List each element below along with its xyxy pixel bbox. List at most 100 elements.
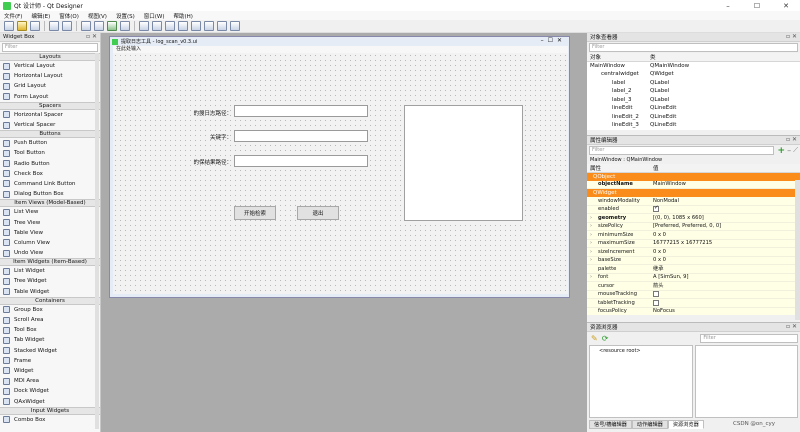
- property-row[interactable]: focusPolicy NoFocus: [587, 308, 800, 315]
- widget-item[interactable]: Command Link Button: [0, 179, 100, 189]
- widget-category[interactable]: Item Views (Model-Based): [0, 199, 100, 208]
- widget-item[interactable]: Stacked Widget: [0, 346, 100, 356]
- object-tree-row[interactable]: lineEdit QLineEdit: [587, 104, 800, 113]
- expand-arrow-icon[interactable]: ›: [590, 215, 592, 221]
- lineedit-keyword[interactable]: [234, 130, 368, 142]
- widget-item[interactable]: List Widget: [0, 266, 100, 276]
- resource-list[interactable]: [695, 345, 798, 418]
- property-checkbox[interactable]: [653, 291, 659, 298]
- edit-signals-slots-icon[interactable]: [94, 21, 104, 31]
- save-icon[interactable]: [30, 21, 40, 31]
- widget-item[interactable]: Check Box: [0, 169, 100, 179]
- menu-form[interactable]: 窗体(O): [59, 12, 79, 20]
- tab-resource-browser[interactable]: 资源浏览器: [667, 420, 704, 429]
- result-text-box[interactable]: [404, 105, 523, 221]
- minimize-button[interactable]: –: [714, 0, 742, 11]
- object-tree-row[interactable]: lineEdit_2 QLineEdit: [587, 113, 800, 122]
- layout-grid-icon[interactable]: [204, 21, 214, 31]
- widget-category[interactable]: Buttons: [0, 130, 100, 139]
- label-keyword[interactable]: 关键字：: [172, 133, 232, 141]
- dock-close-icon[interactable]: ▫ ✕: [86, 33, 97, 40]
- layout-form-icon[interactable]: [191, 21, 201, 31]
- send-to-back-icon[interactable]: [49, 21, 59, 31]
- property-row[interactable]: palette 继承: [587, 265, 800, 274]
- property-value[interactable]: [653, 299, 659, 307]
- property-value[interactable]: 0 x 0: [653, 232, 666, 238]
- widget-item[interactable]: Horizontal Spacer: [0, 110, 100, 120]
- widget-item[interactable]: Dock Widget: [0, 386, 100, 396]
- adjust-size-icon[interactable]: [230, 21, 240, 31]
- widget-item[interactable]: Tree Widget: [0, 276, 100, 286]
- dock-close-icon[interactable]: ▫ ✕: [786, 323, 797, 330]
- widget-item[interactable]: Grid Layout: [0, 81, 100, 91]
- widget-item[interactable]: Frame: [0, 356, 100, 366]
- widget-category[interactable]: Input Widgets: [0, 406, 100, 415]
- widget-item[interactable]: Column View: [0, 238, 100, 248]
- add-property-icon[interactable]: +: [778, 146, 786, 156]
- edit-widgets-icon[interactable]: [81, 21, 91, 31]
- property-section[interactable]: QObject: [587, 172, 800, 181]
- widget-item[interactable]: Widget: [0, 366, 100, 376]
- resource-tree[interactable]: <resource root>: [589, 345, 693, 418]
- reload-icon[interactable]: ⟳: [602, 334, 609, 343]
- widget-item[interactable]: QAxWidget: [0, 396, 100, 406]
- property-row[interactable]: › geometry [(0, 0), 1085 x 660]: [587, 214, 800, 223]
- property-row[interactable]: › maximumSize 16777215 x 16777215: [587, 240, 800, 248]
- property-row[interactable]: › font A [SimSun, 9]: [587, 274, 800, 282]
- widget-item[interactable]: Tool Button: [0, 148, 100, 158]
- widget-item[interactable]: Form Layout: [0, 92, 100, 102]
- expand-arrow-icon[interactable]: ›: [590, 274, 592, 280]
- widget-item[interactable]: Dialog Button Box: [0, 189, 100, 199]
- widget-item[interactable]: Undo View: [0, 248, 100, 258]
- property-row[interactable]: enabled: [587, 205, 800, 214]
- resource-root[interactable]: <resource root>: [599, 348, 641, 354]
- property-value[interactable]: 16777215 x 16777215: [653, 240, 712, 246]
- layout-horizontal-icon[interactable]: [139, 21, 149, 31]
- property-row[interactable]: windowModality NonModal: [587, 197, 800, 206]
- edit-resources-icon[interactable]: ✎: [591, 334, 598, 343]
- menu-settings[interactable]: 设置(S): [116, 12, 135, 20]
- label-result-path[interactable]: 的保结果路径：: [172, 158, 232, 166]
- property-row[interactable]: › baseSize 0 x 0: [587, 257, 800, 265]
- configure-icon[interactable]: ⟋: [793, 146, 798, 155]
- property-value[interactable]: 继承: [653, 265, 663, 272]
- property-value[interactable]: MainWindow: [653, 181, 686, 187]
- widget-item[interactable]: Group Box: [0, 305, 100, 315]
- widget-item[interactable]: MDI Area: [0, 376, 100, 386]
- form-menubar[interactable]: 在此处输入: [113, 46, 568, 53]
- widget-category[interactable]: Layouts: [0, 53, 100, 61]
- object-tree-row[interactable]: label_2 QLabel: [587, 87, 800, 96]
- layout-vertical-icon[interactable]: [152, 21, 162, 31]
- property-section[interactable]: QWidget: [587, 189, 800, 197]
- property-filter-input[interactable]: Filter: [589, 146, 774, 155]
- widget-category[interactable]: Item Widgets (Item-Based): [0, 258, 100, 267]
- widget-item[interactable]: Tab Widget: [0, 335, 100, 345]
- widget-item[interactable]: List View: [0, 207, 100, 217]
- widget-item[interactable]: Radio Button: [0, 159, 100, 169]
- expand-arrow-icon[interactable]: ›: [590, 240, 592, 246]
- bring-to-front-icon[interactable]: [62, 21, 72, 31]
- widget-item[interactable]: Horizontal Layout: [0, 71, 100, 81]
- property-value[interactable]: 0 x 0: [653, 257, 666, 263]
- object-tree-row[interactable]: label_3 QLabel: [587, 96, 800, 105]
- edit-buddies-icon[interactable]: [107, 21, 117, 31]
- menu-view[interactable]: 视图(V): [88, 12, 107, 20]
- property-value[interactable]: NoFocus: [653, 308, 675, 314]
- dock-close-icon[interactable]: ▫ ✕: [786, 33, 797, 40]
- maximize-button[interactable]: ☐: [743, 0, 771, 11]
- property-value[interactable]: [653, 290, 659, 298]
- close-button[interactable]: ✕: [772, 0, 800, 11]
- widget-category[interactable]: Containers: [0, 296, 100, 305]
- tab-action-editor[interactable]: 动作编辑器: [631, 420, 668, 429]
- menu-file[interactable]: 文件(F): [4, 12, 22, 20]
- property-row[interactable]: › minimumSize 0 x 0: [587, 231, 800, 240]
- form-titlebar[interactable]: 提取日志工具 - log_scan_v0.3.ui –☐✕: [110, 37, 569, 46]
- resource-filter-input[interactable]: Filter: [700, 333, 798, 343]
- expand-arrow-icon[interactable]: ›: [590, 232, 592, 238]
- widget-item[interactable]: Vertical Spacer: [0, 120, 100, 130]
- dock-close-icon[interactable]: ▫ ✕: [786, 136, 797, 143]
- object-inspector-filter-input[interactable]: Filter: [589, 43, 798, 52]
- layout-horizontal-splitter-icon[interactable]: [165, 21, 175, 31]
- property-value[interactable]: A [SimSun, 9]: [653, 274, 689, 280]
- open-folder-icon[interactable]: [17, 21, 27, 31]
